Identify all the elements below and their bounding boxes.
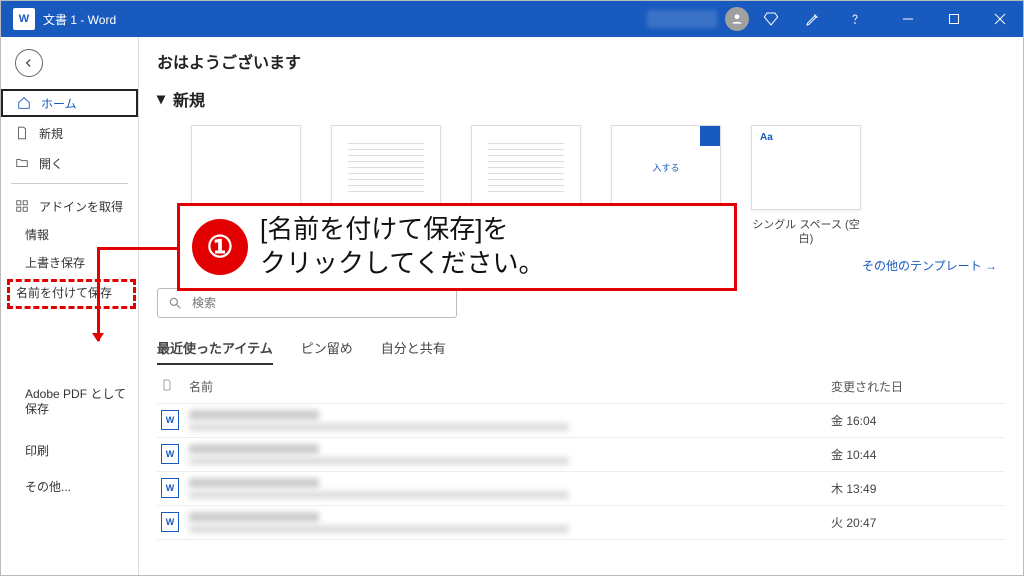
file-date: 火 20:47 xyxy=(831,514,1001,531)
file-name-blurred xyxy=(189,410,319,420)
search-box[interactable] xyxy=(157,288,457,318)
file-path-blurred xyxy=(189,525,569,533)
file-name-blurred xyxy=(189,512,319,522)
template-thumb: Aa xyxy=(751,125,861,210)
user-avatar[interactable] xyxy=(725,7,749,31)
home-icon xyxy=(17,96,33,110)
nav-home-label: ホーム xyxy=(41,95,77,112)
help-icon[interactable] xyxy=(843,11,867,27)
nav-adobe-pdf[interactable]: Adobe PDF として保存 xyxy=(1,381,138,424)
word-doc-icon: W xyxy=(161,444,179,464)
back-button[interactable] xyxy=(15,49,43,77)
grid-icon xyxy=(15,199,31,213)
file-row[interactable]: W 金 16:04 xyxy=(157,404,1005,438)
folder-icon xyxy=(15,156,31,170)
tab-shared[interactable]: 自分と共有 xyxy=(381,332,446,365)
greeting: おはようございます xyxy=(157,49,1005,73)
word-doc-icon: W xyxy=(161,478,179,498)
page-icon xyxy=(15,126,31,140)
template-single-space[interactable]: Aa シングル スペース (空白) xyxy=(751,125,861,247)
nav-new[interactable]: 新規 xyxy=(1,119,138,147)
template-thumb xyxy=(191,125,301,210)
tab-pinned[interactable]: ピン留め xyxy=(301,332,353,365)
annotation-callout: ① [名前を付けて保存]を クリックしてください。 xyxy=(177,203,737,291)
file-name-blurred xyxy=(189,444,319,454)
col-name-header[interactable]: 名前 xyxy=(189,378,831,395)
search-input[interactable] xyxy=(192,296,446,310)
word-app-icon: W xyxy=(13,8,35,30)
template-thumb xyxy=(471,125,581,210)
nav-save-as[interactable]: 名前を付けて保存 xyxy=(7,279,136,309)
close-button[interactable] xyxy=(977,1,1023,37)
file-path-blurred xyxy=(189,457,569,465)
page-icon xyxy=(161,378,189,395)
nav-save[interactable]: 上書き保存 xyxy=(1,250,138,278)
col-date-header[interactable]: 変更された日 xyxy=(831,378,1001,395)
word-doc-icon: W xyxy=(161,410,179,430)
file-list-header: 名前 変更された日 xyxy=(157,370,1005,404)
pen-icon[interactable] xyxy=(801,11,825,27)
file-row[interactable]: W 木 13:49 xyxy=(157,472,1005,506)
nav-addins[interactable]: アドインを取得 xyxy=(1,192,138,220)
annotation-arrow xyxy=(92,333,104,342)
section-new-label: 新規 xyxy=(173,87,205,111)
chevron-down-icon: ▾ xyxy=(157,89,165,109)
annotation-text: [名前を付けて保存]を クリックしてください。 xyxy=(260,213,544,281)
main-content: おはようございます ▾ 新規 白紙の文書 モダンなテンプレート レポート xyxy=(139,37,1023,575)
maximize-button[interactable] xyxy=(931,1,977,37)
nav-print[interactable]: 印刷 xyxy=(1,438,138,466)
file-date: 金 16:04 xyxy=(831,412,1001,429)
nav-new-label: 新規 xyxy=(39,125,63,142)
nav-info[interactable]: 情報 xyxy=(1,222,138,250)
word-doc-icon: W xyxy=(161,512,179,532)
titlebar: W 文書 1 - Word xyxy=(1,1,1023,37)
file-path-blurred xyxy=(189,491,569,499)
template-thumb xyxy=(331,125,441,210)
file-row[interactable]: W 火 20:47 xyxy=(157,506,1005,540)
search-icon xyxy=(168,296,182,310)
annotation-number: ① xyxy=(192,219,248,275)
section-new[interactable]: ▾ 新規 xyxy=(157,87,1005,111)
nav-addins-label: アドインを取得 xyxy=(39,198,123,215)
file-row[interactable]: W 金 10:44 xyxy=(157,438,1005,472)
nav-open-label: 開く xyxy=(39,155,63,172)
annotation-connector xyxy=(97,247,181,250)
diamond-icon[interactable] xyxy=(759,11,783,27)
nav-home[interactable]: ホーム xyxy=(1,89,138,117)
file-date: 木 13:49 xyxy=(831,480,1001,497)
file-path-blurred xyxy=(189,423,569,431)
template-caption: シングル スペース (空白) xyxy=(751,218,861,247)
template-thumb: 入する xyxy=(611,125,721,210)
file-date: 金 10:44 xyxy=(831,446,1001,463)
window-title: 文書 1 - Word xyxy=(43,11,116,28)
nav-other[interactable]: その他... xyxy=(1,474,138,502)
nav-open[interactable]: 開く xyxy=(1,149,138,177)
user-name-blurred xyxy=(647,10,717,28)
tab-recent[interactable]: 最近使ったアイテム xyxy=(157,332,273,365)
annotation-connector xyxy=(97,247,100,341)
file-name-blurred xyxy=(189,478,319,488)
sidebar: ホーム 新規 開く アドインを取得 情報 上書き保存 名前を付けて保存 Adob… xyxy=(1,37,139,575)
minimize-button[interactable] xyxy=(885,1,931,37)
